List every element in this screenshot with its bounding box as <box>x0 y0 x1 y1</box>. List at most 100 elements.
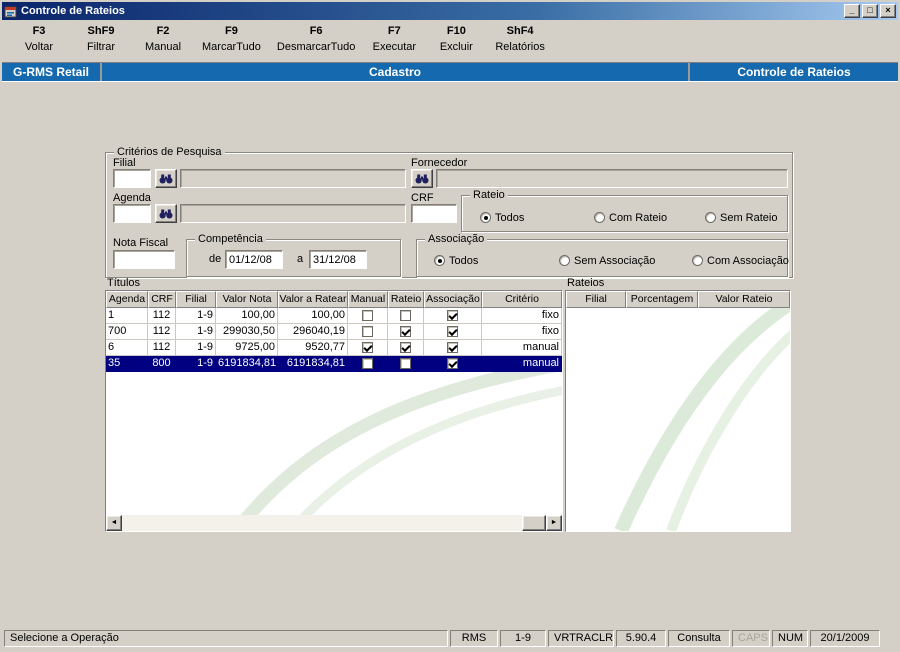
checkbox-icon[interactable] <box>400 310 411 321</box>
checkbox-icon[interactable] <box>447 310 458 321</box>
column-header-manual[interactable]: Manual <box>348 291 388 308</box>
checkbox-icon[interactable] <box>400 342 411 353</box>
filial-lookup-button[interactable] <box>155 169 177 188</box>
watermark-swoosh <box>614 297 790 531</box>
radio-option-sem-associação[interactable]: Sem Associação <box>559 254 655 267</box>
rateio-radio-group: Todos Com Rateio Sem Rateio <box>462 196 787 231</box>
toolbar-key: F3 <box>32 25 46 37</box>
column-header-associação[interactable]: Associação <box>424 291 482 308</box>
agenda-input[interactable] <box>113 204 151 223</box>
competencia-groupbox: Competência de a <box>186 233 401 277</box>
cell-crf: 112 <box>148 308 176 324</box>
cell-criterio: manual <box>482 340 562 356</box>
toolbar-button-relatórios[interactable]: ShF4 Relatórios <box>487 24 553 54</box>
column-header-rateio[interactable]: Rateio <box>388 291 424 308</box>
competencia-de-input[interactable] <box>225 250 283 269</box>
agenda-lookup-button[interactable] <box>155 204 177 223</box>
toolbar-button-voltar[interactable]: F3 Voltar <box>8 24 70 54</box>
table-row[interactable]: 700 112 1-9 299030,50 296040,19 fixo <box>106 324 562 340</box>
titulos-header: Agenda CRF Filial Valor Nota Valor a Ratear M… <box>106 291 562 308</box>
column-header-valor-rateio[interactable]: Valor Rateio <box>698 291 790 308</box>
toolbar-button-excluir[interactable]: F10 Excluir <box>425 24 487 54</box>
checkbox-icon[interactable] <box>362 358 373 369</box>
status-cells: RMS 1-9 VRTRACLR 5.90.4 Consulta CAPS NUM 20/1/… <box>450 630 880 647</box>
cell-agenda: 700 <box>106 324 148 340</box>
radio-option-com-rateio[interactable]: Com Rateio <box>594 211 667 224</box>
scroll-right-icon[interactable]: ► <box>546 515 562 531</box>
radio-icon <box>692 255 703 266</box>
column-header-valor-a-ratear[interactable]: Valor a Ratear <box>278 291 348 308</box>
criteria-groupbox: Critérios de Pesquisa Filial Fornecedor … <box>105 146 793 278</box>
checkbox-icon[interactable] <box>362 310 373 321</box>
header-product: G-RMS Retail <box>2 63 100 81</box>
cell-crf: 112 <box>148 324 176 340</box>
competencia-a-input[interactable] <box>309 250 367 269</box>
table-row[interactable]: 1 112 1-9 100,00 100,00 fixo <box>106 308 562 324</box>
cell-manual <box>348 308 388 324</box>
radio-option-com-associação[interactable]: Com Associação <box>692 254 789 267</box>
crf-input[interactable] <box>411 204 457 223</box>
toolbar-button-executar[interactable]: F7 Executar <box>363 24 425 54</box>
fornecedor-label: Fornecedor <box>411 157 468 169</box>
status-bar: Selecione a Operação RMS 1-9 VRTRACLR 5.90.… <box>2 628 898 650</box>
radio-option-sem-rateio[interactable]: Sem Rateio <box>705 211 777 224</box>
titulos-title: Títulos <box>107 277 141 289</box>
table-row[interactable]: 6 112 1-9 9725,00 9520,77 manual <box>106 340 562 356</box>
checkbox-icon[interactable] <box>447 342 458 353</box>
cell-filial: 1-9 <box>176 308 216 324</box>
column-header-crf[interactable]: CRF <box>148 291 176 308</box>
titulos-horizontal-scrollbar[interactable]: ◄ ► <box>106 515 562 531</box>
radio-option-todos[interactable]: Todos <box>480 211 524 224</box>
checkbox-icon[interactable] <box>362 342 373 353</box>
agenda-description-field <box>180 204 406 223</box>
column-header-porcentagem[interactable]: Porcentagem <box>626 291 698 308</box>
scrollbar-track[interactable] <box>122 515 546 531</box>
app-icon <box>4 5 17 18</box>
toolbar-button-marcartudo[interactable]: F9 MarcarTudo <box>194 24 269 54</box>
fornecedor-lookup-button[interactable] <box>411 169 433 188</box>
status-cell-1-9: 1-9 <box>500 630 546 647</box>
status-cell-20/1/2009: 20/1/2009 <box>810 630 880 647</box>
rateios-header: Filial Porcentagem Valor Rateio <box>566 291 790 308</box>
agenda-label: Agenda <box>113 192 151 204</box>
column-header-filial[interactable]: Filial <box>566 291 626 308</box>
scrollbar-thumb[interactable] <box>522 515 546 531</box>
cell-valor_ratear: 6191834,81 <box>278 356 348 372</box>
rateio-groupbox: Rateio Todos Com Rateio Sem Rateio <box>461 189 788 232</box>
toolbar-key: F9 <box>225 25 238 37</box>
checkbox-icon[interactable] <box>400 326 411 337</box>
toolbar-button-manual[interactable]: F2 Manual <box>132 24 194 54</box>
scroll-left-icon[interactable]: ◄ <box>106 515 122 531</box>
checkbox-icon[interactable] <box>447 326 458 337</box>
radio-icon <box>480 212 491 223</box>
restore-button[interactable]: □ <box>862 4 878 18</box>
close-button[interactable]: × <box>880 4 896 18</box>
toolbar-key: ShF9 <box>87 25 115 37</box>
header-bar: G-RMS Retail Cadastro Controle de Rateio… <box>2 62 898 82</box>
titulos-body: 1 112 1-9 100,00 100,00 fixo 700 112 1-9 299030,5… <box>106 308 562 372</box>
minimize-button[interactable]: _ <box>844 4 860 18</box>
toolbar-button-filtrar[interactable]: ShF9 Filtrar <box>70 24 132 54</box>
toolbar-button-desmarcartudo[interactable]: F6 DesmarcarTudo <box>269 24 363 54</box>
nota-fiscal-input[interactable] <box>113 250 175 269</box>
column-header-filial[interactable]: Filial <box>176 291 216 308</box>
status-cell-caps: CAPS <box>732 630 770 647</box>
radio-label: Com Associação <box>707 254 789 267</box>
radio-label: Todos <box>495 211 525 224</box>
cell-valor_nota: 6191834,81 <box>216 356 278 372</box>
column-header-valor-nota[interactable]: Valor Nota <box>216 291 278 308</box>
table-row[interactable]: 35 800 1-9 6191834,81 6191834,81 manual <box>106 356 562 372</box>
column-header-agenda[interactable]: Agenda <box>106 291 148 308</box>
column-header-critério[interactable]: Critério <box>482 291 562 308</box>
competencia-de-label: de <box>209 253 222 265</box>
checkbox-icon[interactable] <box>362 326 373 337</box>
titulos-grid: Agenda CRF Filial Valor Nota Valor a Ratear M… <box>105 290 563 532</box>
cell-rateio <box>388 340 424 356</box>
filial-input[interactable] <box>113 169 151 188</box>
application-window: Controle de Rateios _ □ × F3 Voltar ShF9 Fi… <box>0 0 900 652</box>
checkbox-icon[interactable] <box>447 358 458 369</box>
status-cell-num: NUM <box>772 630 808 647</box>
checkbox-icon[interactable] <box>400 358 411 369</box>
radio-option-todos[interactable]: Todos <box>434 254 478 267</box>
radio-label: Com Rateio <box>609 211 668 224</box>
